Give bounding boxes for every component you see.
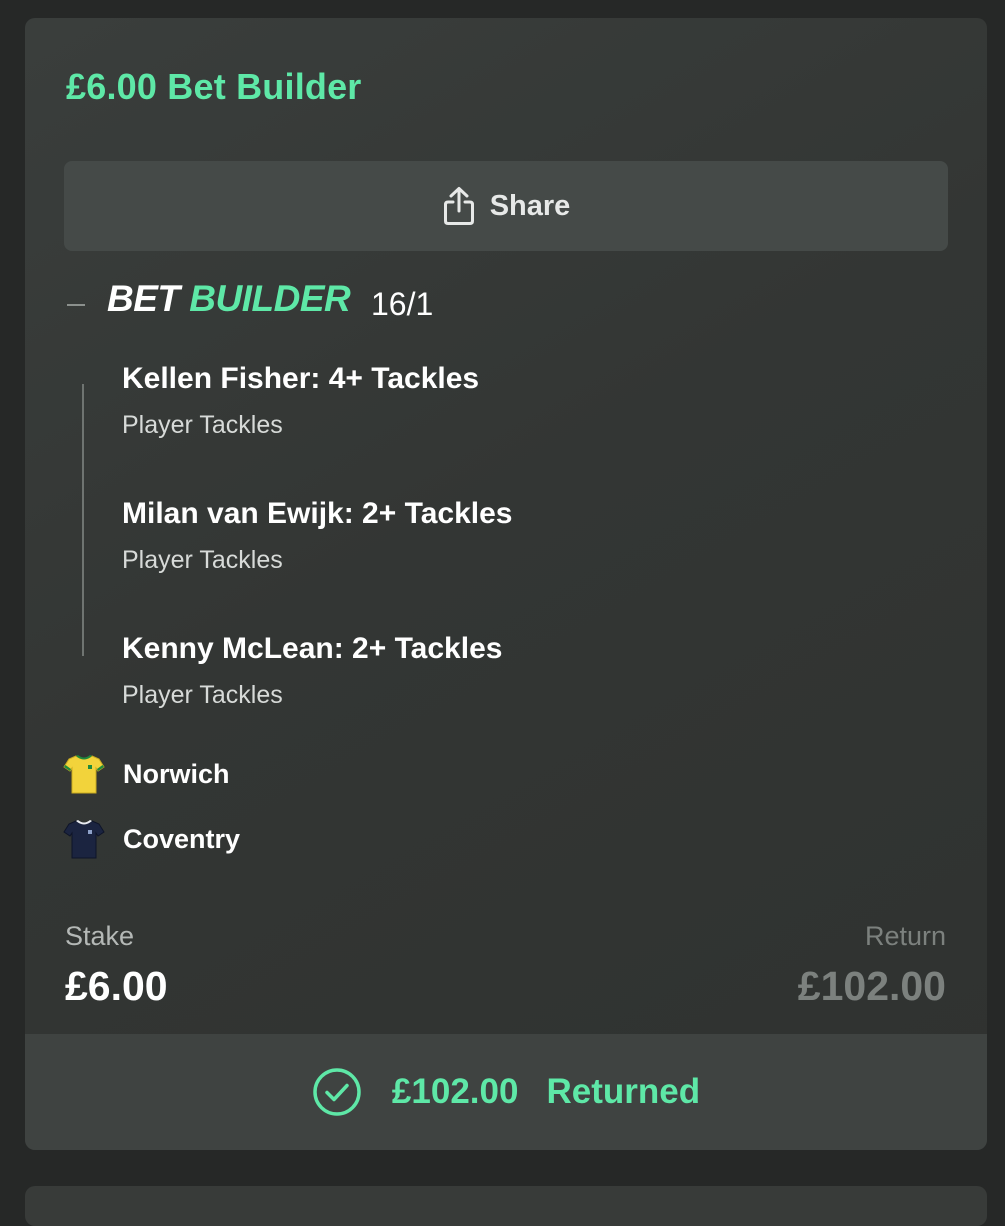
- bet-builder-logo-word-builder: BUILDER: [189, 278, 351, 319]
- team-row-norwich: Norwich: [63, 752, 230, 796]
- selection-item: Kellen Fisher: 4+ Tackles Player Tackles: [122, 364, 479, 438]
- team-name: Coventry: [123, 823, 241, 854]
- stake-value: £6.00: [65, 963, 168, 1009]
- returned-amount: £102.00: [391, 1072, 519, 1111]
- share-button[interactable]: Share: [64, 161, 948, 251]
- bet-odds: 16/1: [371, 286, 434, 322]
- return-value: £102.00: [797, 963, 946, 1009]
- selection-name: Kellen Fisher: 4+ Tackles: [122, 362, 480, 395]
- selection-item: Milan van Ewijk: 2+ Tackles Player Tackl…: [122, 499, 512, 573]
- check-circle-icon: [313, 1068, 361, 1116]
- selection-name: Milan van Ewijk: 2+ Tackles: [122, 497, 513, 530]
- share-icon: [443, 187, 474, 225]
- stake-label: Stake: [65, 921, 135, 951]
- next-bet-card: [25, 1186, 987, 1226]
- bet-title: £6.00 Bet Builder: [66, 66, 362, 107]
- bet-builder-logo-word-bet: BET: [107, 278, 180, 319]
- selection-name: Kenny McLean: 2+ Tackles: [122, 632, 503, 665]
- selection-market: Player Tackles: [122, 681, 283, 709]
- selection-market: Player Tackles: [122, 546, 283, 574]
- share-label: Share: [489, 189, 571, 222]
- team-name: Norwich: [123, 758, 230, 789]
- bet-builder-logo: BET BUILDER: [107, 278, 351, 319]
- collapse-icon[interactable]: [61, 293, 91, 317]
- selection-item: Kenny McLean: 2+ Tackles Player Tackles: [122, 634, 502, 708]
- selection-market: Player Tackles: [122, 411, 283, 439]
- selections-connector-line: [82, 384, 84, 656]
- team-row-coventry: Coventry: [63, 817, 240, 861]
- navy-shirt-icon: [63, 820, 105, 859]
- bet-card: £6.00 Bet Builder Share BET BUILDER 16/1…: [25, 18, 987, 1150]
- yellow-green-shirt-icon: [63, 755, 105, 794]
- returned-status-text: Returned: [546, 1072, 701, 1111]
- returned-status-bar: £102.00 Returned: [25, 1034, 987, 1150]
- return-label: Return: [864, 921, 946, 951]
